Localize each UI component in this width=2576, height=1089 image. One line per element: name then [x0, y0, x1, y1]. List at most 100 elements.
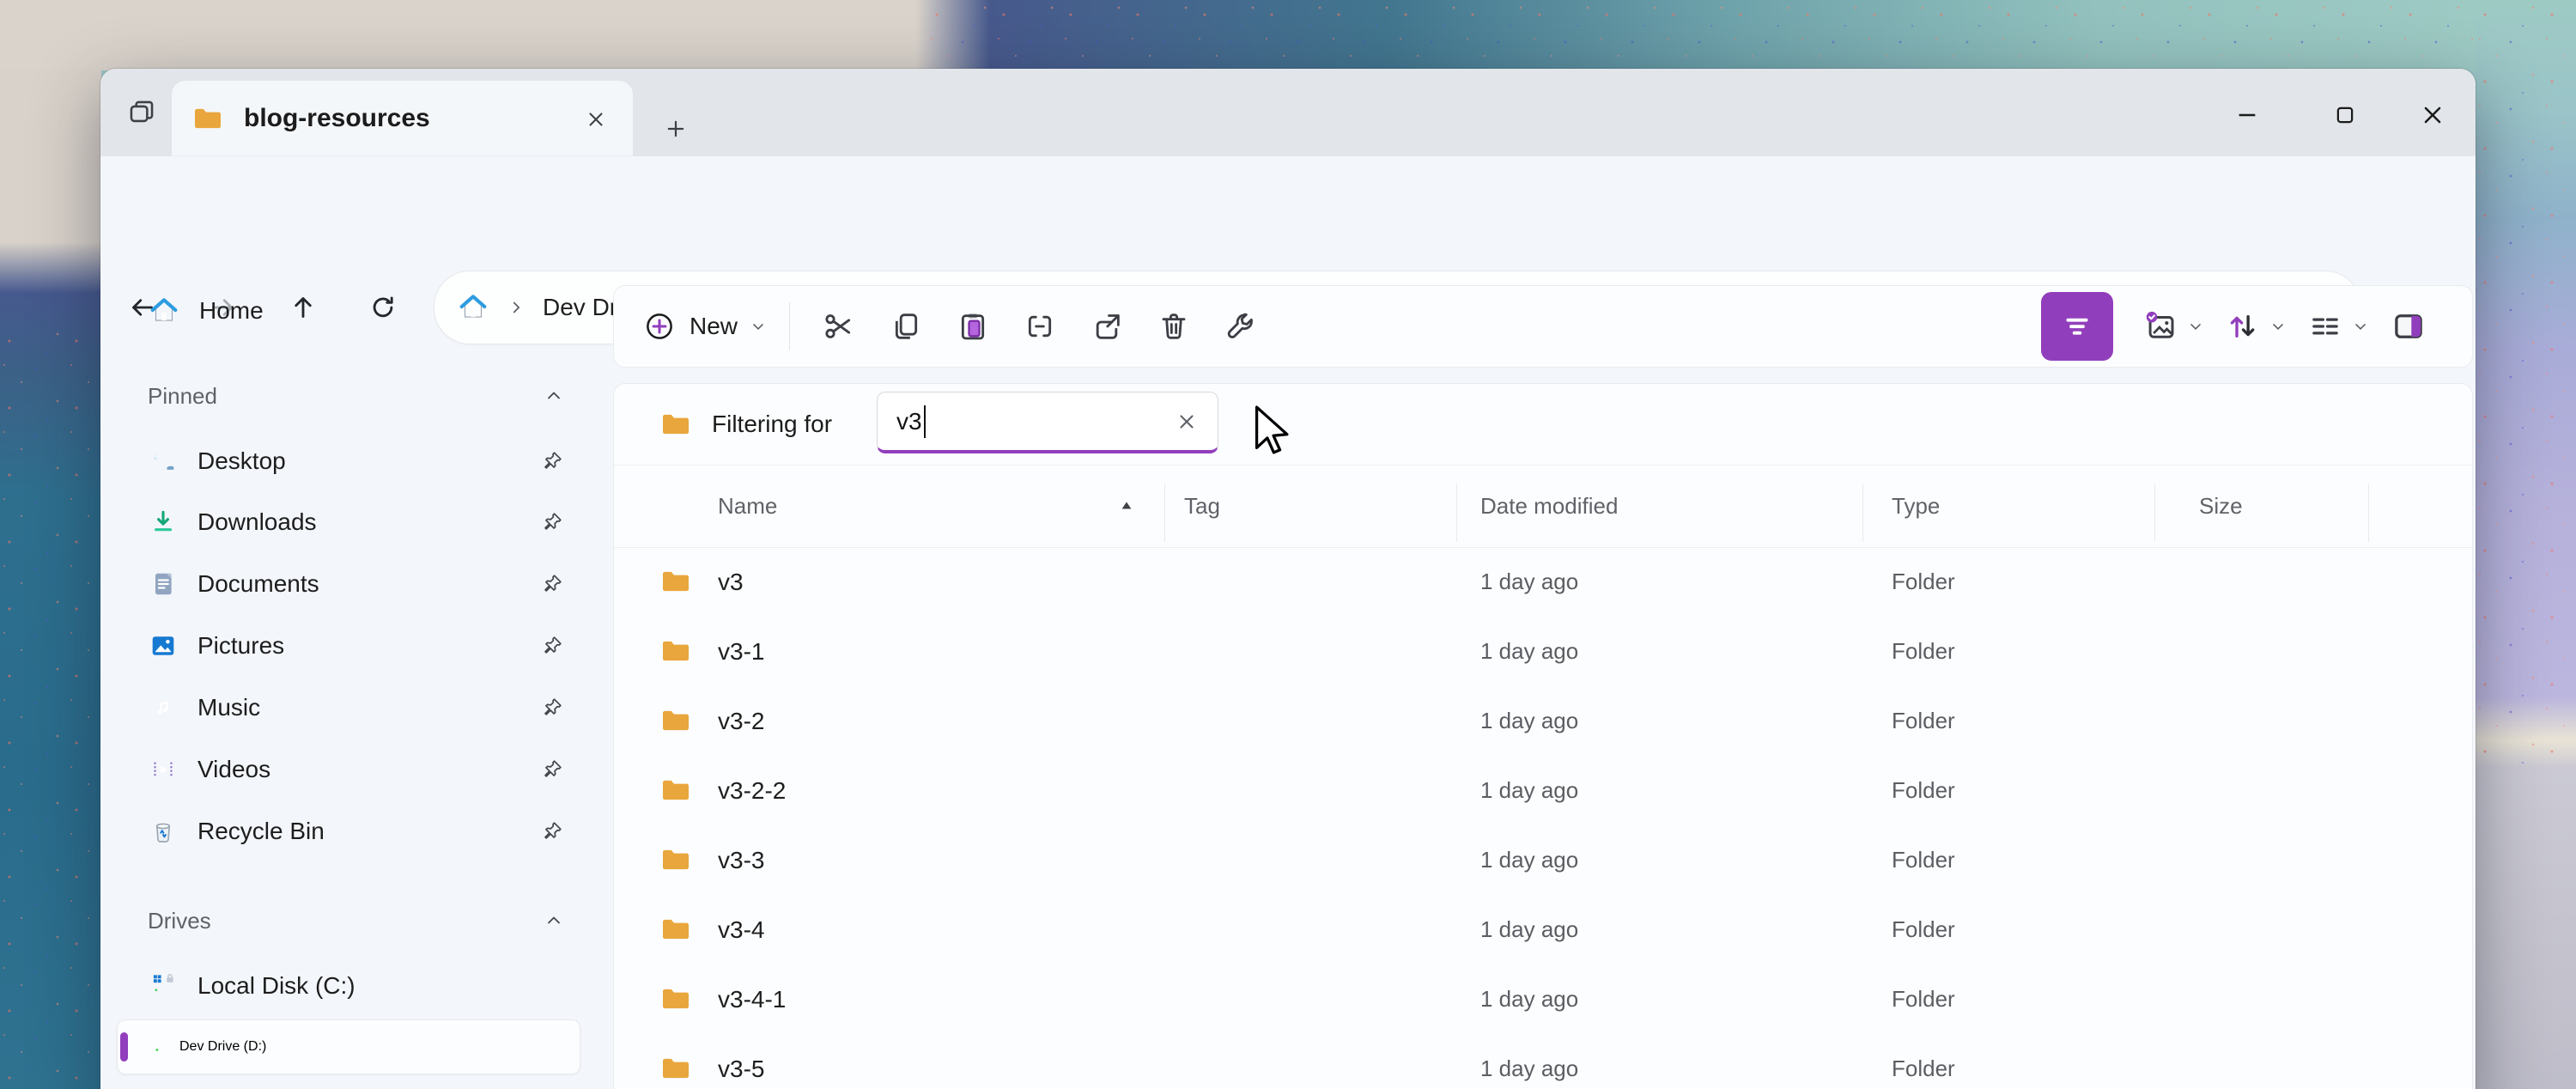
minimize-button[interactable] — [2220, 89, 2275, 141]
sidebar-item-label: Dev Drive (D:) — [179, 1039, 266, 1055]
preview-pane-button[interactable] — [2390, 307, 2427, 345]
column-divider[interactable] — [1456, 484, 1457, 542]
sidebar-item-dev-drive-d[interactable]: Dev Drive (D:) — [117, 1019, 580, 1074]
file-row[interactable]: v3-5 1 day ago Folder — [614, 1034, 2472, 1089]
paste-icon — [956, 309, 990, 344]
chevron-up-icon[interactable] — [544, 910, 564, 931]
wallpaper-speckle — [0, 326, 101, 1089]
sidebar-item-home[interactable]: Home — [100, 283, 613, 339]
sidebar-item-videos[interactable]: Videos — [100, 741, 613, 798]
file-type: Folder — [1892, 964, 1955, 1034]
file-date-modified: 1 day ago — [1480, 547, 1578, 617]
clear-filter-button[interactable] — [1170, 405, 1204, 439]
file-type: Folder — [1892, 1034, 1955, 1089]
column-header-type[interactable]: Type — [1892, 465, 1940, 547]
tab-blog-resources[interactable]: blog-resources — [172, 81, 633, 156]
tab-list-button[interactable] — [118, 88, 166, 137]
sidebar-item-recycle-bin[interactable]: Recycle Bin — [100, 803, 613, 860]
file-name: v3-2-2 — [718, 756, 786, 825]
tab-close-button[interactable] — [578, 101, 614, 137]
divider — [789, 302, 790, 350]
selection-accent-bar — [120, 1032, 128, 1062]
share-button[interactable] — [1078, 298, 1135, 355]
tools-button[interactable] — [1212, 298, 1269, 355]
list-view-icon — [2307, 308, 2343, 344]
pin-icon — [540, 572, 564, 596]
pin-icon — [540, 449, 564, 473]
thumbnail-options-button[interactable] — [2142, 308, 2204, 344]
pictures-icon — [148, 630, 179, 661]
videos-icon — [148, 754, 179, 785]
tab-title: blog-resources — [244, 104, 430, 133]
sidebar-item-documents[interactable]: Documents — [100, 556, 613, 612]
file-type: Folder — [1892, 547, 1955, 617]
file-date-modified: 1 day ago — [1480, 964, 1578, 1034]
file-row[interactable]: v3-4-1 1 day ago Folder — [614, 964, 2472, 1034]
folder-icon — [660, 775, 691, 806]
sort-button[interactable] — [2225, 308, 2287, 344]
wrench-icon — [1224, 309, 1258, 344]
navigation-bar: Dev Drive (D:) source repos Website — [100, 156, 2476, 285]
column-label: Name — [718, 493, 777, 520]
sidebar-item-label: Music — [197, 694, 260, 721]
folder-icon — [660, 566, 691, 597]
sidebar-item-label: Local Disk (C:) — [197, 972, 355, 1000]
filter-label: Filtering for — [712, 411, 832, 438]
filter-button[interactable] — [2041, 292, 2113, 361]
column-divider[interactable] — [2154, 484, 2155, 542]
file-date-modified: 1 day ago — [1480, 895, 1578, 964]
folder-icon — [660, 1053, 691, 1084]
pin-icon — [540, 819, 564, 843]
plus-icon — [664, 117, 688, 141]
rename-button[interactable] — [1012, 298, 1068, 355]
file-name: v3-4 — [718, 895, 764, 964]
downloads-icon — [148, 507, 179, 538]
column-divider[interactable] — [1164, 484, 1165, 542]
new-button[interactable]: New — [629, 301, 781, 351]
sidebar-item-downloads[interactable]: Downloads — [100, 494, 613, 551]
column-label: Size — [2199, 493, 2243, 520]
file-row[interactable]: v3-4 1 day ago Folder — [614, 895, 2472, 964]
sidebar-item-pictures[interactable]: Pictures — [100, 618, 613, 674]
sidebar-item-local-disk-c[interactable]: Local Disk (C:) — [100, 958, 613, 1014]
chevron-down-icon — [2269, 318, 2287, 335]
folder-icon — [660, 844, 691, 875]
view-layout-button[interactable] — [2307, 308, 2369, 344]
sidebar-item-desktop[interactable]: Desktop — [100, 433, 613, 490]
column-header-size[interactable]: Size — [2199, 465, 2243, 547]
sidebar-item-label: Videos — [197, 756, 270, 783]
delete-button[interactable] — [1145, 298, 1202, 355]
copy-button[interactable] — [878, 298, 934, 355]
column-divider[interactable] — [2368, 484, 2369, 542]
chevron-down-icon — [750, 318, 767, 335]
sidebar-item-label: Desktop — [197, 447, 286, 475]
command-toolbar: New — [613, 285, 2473, 368]
new-tab-button[interactable] — [655, 108, 696, 149]
close-icon — [2419, 101, 2446, 129]
paste-button[interactable] — [945, 298, 1001, 355]
recycle-bin-icon — [148, 816, 179, 847]
file-name: v3-4-1 — [718, 964, 786, 1034]
chevron-up-icon[interactable] — [544, 386, 564, 406]
column-header-tag[interactable]: Tag — [1184, 465, 1220, 547]
sidebar-section-drives[interactable]: Drives — [100, 892, 613, 949]
file-row[interactable]: v3-1 1 day ago Folder — [614, 617, 2472, 686]
cut-button[interactable] — [811, 298, 867, 355]
text-caret — [924, 405, 926, 438]
preview-pane-icon — [2390, 307, 2427, 345]
column-header-name[interactable]: Name — [718, 465, 777, 547]
column-header-date-modified[interactable]: Date modified — [1480, 465, 1618, 547]
maximize-button[interactable] — [2318, 89, 2372, 141]
close-window-button[interactable] — [2405, 89, 2460, 141]
home-icon — [148, 295, 180, 327]
file-row[interactable]: v3-3 1 day ago Folder — [614, 825, 2472, 895]
file-row[interactable]: v3-2-2 1 day ago Folder — [614, 756, 2472, 825]
sidebar-item-music[interactable]: Music — [100, 679, 613, 736]
section-label: Drives — [148, 908, 211, 934]
sidebar-section-pinned[interactable]: Pinned — [100, 368, 613, 424]
column-label: Date modified — [1480, 493, 1618, 520]
file-row[interactable]: v3 1 day ago Folder — [614, 547, 2472, 617]
filter-input[interactable]: v3 — [877, 392, 1218, 453]
column-divider[interactable] — [1862, 484, 1863, 542]
file-row[interactable]: v3-2 1 day ago Folder — [614, 686, 2472, 756]
